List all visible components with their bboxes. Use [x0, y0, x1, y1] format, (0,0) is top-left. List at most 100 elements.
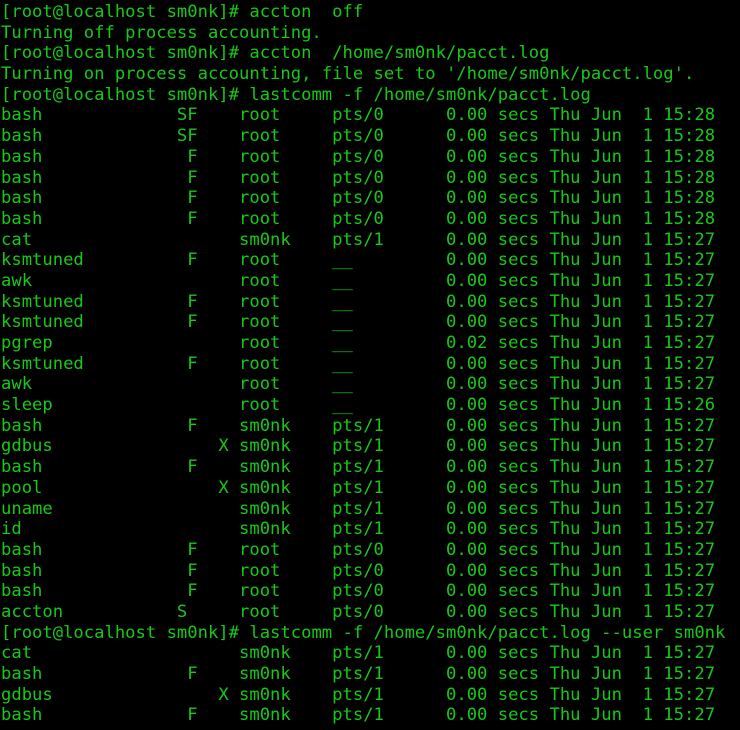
cpu-time: 0.00: [425, 560, 498, 581]
terminal-output[interactable]: [root@localhost sm0nk]# accton off Turnin…: [0, 0, 740, 726]
user: sm0nk: [239, 519, 333, 540]
flags: F: [176, 208, 240, 229]
user: root: [239, 167, 333, 188]
user: root: [239, 270, 333, 291]
user: sm0nk: [239, 684, 333, 705]
tty: pts/0: [332, 581, 426, 602]
cpu-time: 0.00: [425, 167, 498, 188]
user: root: [239, 539, 333, 560]
user: root: [239, 353, 333, 374]
cpu-time: 0.00: [425, 126, 498, 147]
command-text: lastcomm -f /home/sm0nk/pacct.log --user…: [249, 622, 726, 643]
flags: S: [176, 601, 240, 622]
secs-label: secs: [497, 560, 550, 581]
cpu-time: 0.00: [425, 395, 498, 416]
shell-prompt: [root@localhost sm0nk]#: [1, 2, 250, 22]
lastcomm-row: cat sm0nk pts/1 0.00 secs Thu Jun 1 15:2…: [1, 643, 740, 664]
cpu-time: 0.00: [425, 684, 498, 705]
cpu-time: 0.00: [425, 146, 498, 167]
tty: __: [332, 395, 426, 416]
cpu-time: 0.00: [425, 105, 498, 126]
tty: pts/0: [332, 126, 426, 147]
cpu-time: 0.00: [425, 353, 498, 374]
user: sm0nk: [239, 498, 333, 519]
command-name: bash: [1, 415, 177, 436]
command-name: bash: [1, 457, 177, 478]
secs-label: secs: [497, 333, 550, 353]
user: root: [239, 105, 333, 126]
flags: [177, 230, 239, 250]
secs-label: secs: [497, 126, 550, 147]
command-name: gdbus: [1, 436, 177, 457]
start-time: Thu Jun 1 15:27: [549, 374, 716, 395]
tty: pts/1: [332, 436, 426, 457]
lastcomm-row: sleep root __ 0.00 secs Thu Jun 1 15:26: [1, 395, 740, 416]
flags: [177, 374, 239, 394]
tty: pts/0: [332, 146, 426, 167]
lastcomm-row: bash F sm0nk pts/1 0.00 secs Thu Jun 1 1…: [1, 416, 740, 437]
cpu-time: 0.00: [425, 270, 498, 291]
lastcomm-row: pool X sm0nk pts/1 0.00 secs Thu Jun 1 1…: [1, 478, 740, 499]
cpu-time: 0.00: [425, 229, 498, 250]
flags: F: [176, 457, 240, 478]
cpu-time: 0.00: [425, 374, 498, 395]
command-name: ksmtuned: [1, 353, 177, 374]
command-name: awk: [1, 374, 177, 395]
secs-label: secs: [497, 374, 550, 395]
flags: X: [176, 436, 240, 457]
start-time: Thu Jun 1 15:27: [549, 477, 716, 498]
start-time: Thu Jun 1 15:27: [549, 291, 716, 312]
command-line: [root@localhost sm0nk]# lastcomm -f /hom…: [1, 85, 740, 106]
command-name: bash: [1, 664, 177, 684]
start-time: Thu Jun 1 15:27: [549, 353, 716, 374]
flags: F: [176, 560, 240, 581]
command-text: lastcomm -f /home/sm0nk/pacct.log: [249, 84, 591, 105]
tty: __: [332, 333, 426, 353]
start-time: Thu Jun 1 15:27: [549, 250, 716, 271]
flags: F: [176, 312, 240, 333]
user: root: [239, 250, 333, 271]
user: root: [239, 395, 333, 416]
command-name: bash: [1, 581, 177, 602]
command-name: bash: [1, 705, 177, 726]
flags: X: [176, 684, 240, 705]
lastcomm-row: ksmtuned F root __ 0.00 secs Thu Jun 1 1…: [1, 292, 740, 313]
cpu-time: 0.00: [425, 705, 498, 726]
lastcomm-row: cat sm0nk pts/1 0.00 secs Thu Jun 1 15:2…: [1, 230, 740, 251]
user: sm0nk: [239, 477, 333, 498]
secs-label: secs: [497, 291, 550, 312]
lastcomm-row: ksmtuned F root __ 0.00 secs Thu Jun 1 1…: [1, 354, 740, 375]
user: root: [239, 208, 333, 229]
flags: X: [176, 477, 240, 498]
output-text: Turning on process accounting, file set …: [1, 64, 695, 85]
command-name: bash: [1, 167, 177, 188]
flags: F: [176, 188, 240, 209]
secs-label: secs: [497, 457, 550, 478]
tty: __: [332, 291, 426, 312]
start-time: Thu Jun 1 15:27: [549, 684, 716, 705]
cpu-time: 0.00: [425, 643, 498, 664]
command-name: uname: [1, 498, 177, 519]
start-time: Thu Jun 1 15:28: [549, 188, 716, 209]
user: sm0nk: [239, 436, 333, 457]
user: root: [239, 374, 333, 395]
lastcomm-row: bash F sm0nk pts/1 0.00 secs Thu Jun 1 1…: [1, 457, 740, 478]
flags: [177, 333, 239, 353]
flags: [177, 519, 239, 539]
user: root: [239, 188, 333, 209]
secs-label: secs: [497, 477, 550, 498]
cpu-time: 0.00: [425, 250, 498, 271]
cpu-time: 0.00: [425, 415, 498, 436]
secs-label: secs: [497, 498, 550, 519]
flags: SF: [176, 105, 240, 126]
lastcomm-row: gdbus X sm0nk pts/1 0.00 secs Thu Jun 1 …: [1, 436, 740, 457]
command-name: ksmtuned: [1, 250, 177, 271]
flags: F: [176, 250, 240, 271]
start-time: Thu Jun 1 15:27: [549, 519, 716, 540]
command-name: bash: [1, 208, 177, 229]
output-line: Turning off process accounting.: [1, 23, 740, 44]
start-time: Thu Jun 1 15:28: [549, 146, 716, 167]
start-time: Thu Jun 1 15:27: [549, 229, 716, 250]
cpu-time: 0.00: [425, 188, 498, 209]
tty: pts/1: [332, 498, 426, 519]
